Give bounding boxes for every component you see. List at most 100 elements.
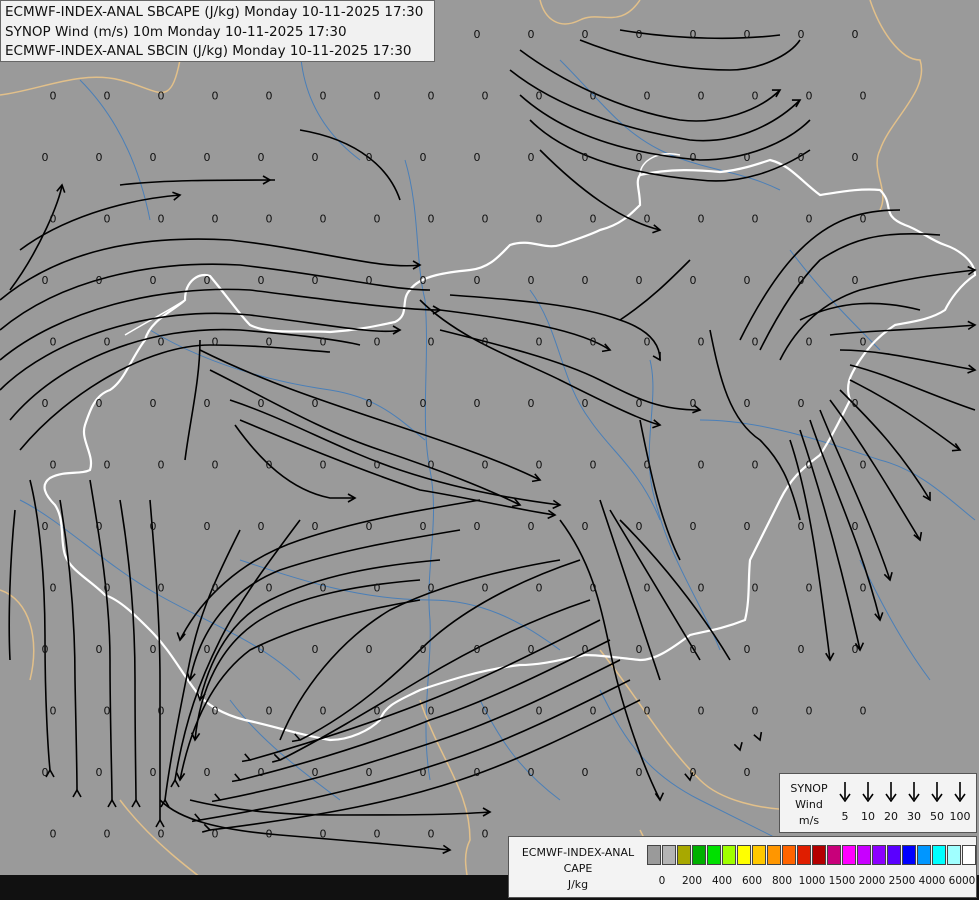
value-label: 0 <box>320 459 327 472</box>
value-label: 0 <box>158 336 165 349</box>
cape-tick-label: 6000 <box>948 875 976 887</box>
value-label: 0 <box>744 28 751 41</box>
value-label: 0 <box>366 520 373 533</box>
cape-legend-title-3: J/kg <box>567 878 589 891</box>
cape-swatch <box>902 845 916 865</box>
value-label: 0 <box>806 213 813 226</box>
value-label: 0 <box>752 336 759 349</box>
value-label: 0 <box>266 459 273 472</box>
value-label: 0 <box>690 397 697 410</box>
value-label: 0 <box>644 705 651 718</box>
wind-legend-value: 20 <box>884 810 898 823</box>
cape-swatch <box>692 845 706 865</box>
value-label: 0 <box>258 397 265 410</box>
value-label: 0 <box>374 582 381 595</box>
value-label: 0 <box>428 705 435 718</box>
weather-map[interactable]: 0 0 0 0 0 0 0 0 0 0 0 0 0 0 0 0 0 0 0 0 0 0 0 0 0 0 0 0 0 0 0 0 0 0 0 0 0 0 0 0… <box>0 0 979 900</box>
value-label: 0 <box>212 705 219 718</box>
value-label: 0 <box>428 90 435 103</box>
wind-arrow-icon <box>931 782 943 802</box>
value-label: 0 <box>482 90 489 103</box>
value-label: 0 <box>96 274 103 287</box>
wind-legend-value: 100 <box>949 810 971 823</box>
cape-tick-label: 600 <box>741 875 763 887</box>
value-label: 0 <box>104 828 111 841</box>
cape-color-bar <box>647 845 977 865</box>
value-label: 0 <box>590 582 597 595</box>
value-label: 0 <box>212 90 219 103</box>
value-label: 0 <box>474 274 481 287</box>
map-viewport[interactable]: 0 0 0 0 0 0 0 0 0 0 0 0 0 0 0 0 0 0 0 0 0 0 0 0 0 0 0 0 0 0 0 0 0 0 0 0 0 0 0 0… <box>0 0 979 900</box>
value-label: 0 <box>636 520 643 533</box>
value-label: 0 <box>150 151 157 164</box>
value-label: 0 <box>158 459 165 472</box>
value-label: 0 <box>96 520 103 533</box>
value-label: 0 <box>752 213 759 226</box>
value-label: 0 <box>582 28 589 41</box>
value-label: 0 <box>366 397 373 410</box>
wind-legend-title-3: m/s <box>798 814 820 827</box>
value-label: 0 <box>752 582 759 595</box>
wind-legend-item: 30 <box>903 782 925 823</box>
value-label: 0 <box>50 90 57 103</box>
cape-swatch <box>647 845 661 865</box>
value-label: 0 <box>690 520 697 533</box>
value-label: 0 <box>528 28 535 41</box>
value-label: 0 <box>536 336 543 349</box>
value-label: 0 <box>374 90 381 103</box>
value-label: 0 <box>312 643 319 656</box>
value-label: 0 <box>752 459 759 472</box>
wind-legend-item: 5 <box>834 782 856 823</box>
value-label: 0 <box>312 397 319 410</box>
value-label: 0 <box>258 643 265 656</box>
value-label: 0 <box>474 643 481 656</box>
value-label: 0 <box>644 459 651 472</box>
value-label: 0 <box>690 151 697 164</box>
map-background <box>0 0 979 900</box>
cape-tick-label: 1000 <box>798 875 826 887</box>
cape-legend-title-2: CAPE <box>563 862 593 875</box>
cape-swatch <box>947 845 961 865</box>
cape-legend-title: ECMWF-INDEX-ANAL CAPE J/kg <box>513 845 643 893</box>
cape-swatch <box>677 845 691 865</box>
value-label: 0 <box>582 643 589 656</box>
value-label: 0 <box>698 213 705 226</box>
wind-legend: SYNOP Wind m/s 5 10 20 30 50 100 <box>779 773 977 833</box>
cape-tick-label: 2000 <box>858 875 886 887</box>
value-label: 0 <box>266 336 273 349</box>
value-label: 0 <box>806 582 813 595</box>
wind-arrow-icon <box>885 782 897 802</box>
value-label: 0 <box>96 151 103 164</box>
cape-swatch <box>827 845 841 865</box>
value-label: 0 <box>428 582 435 595</box>
cape-swatch <box>737 845 751 865</box>
value-label: 0 <box>320 336 327 349</box>
value-label: 0 <box>806 459 813 472</box>
cape-tick-label: 2500 <box>888 875 916 887</box>
value-label: 0 <box>42 766 49 779</box>
value-label: 0 <box>644 582 651 595</box>
value-label: 0 <box>852 274 859 287</box>
value-label: 0 <box>104 213 111 226</box>
value-label: 0 <box>690 28 697 41</box>
value-label: 0 <box>150 766 157 779</box>
value-label: 0 <box>590 705 597 718</box>
value-label: 0 <box>798 397 805 410</box>
value-label: 0 <box>374 213 381 226</box>
value-label: 0 <box>50 213 57 226</box>
cape-tick-label: 800 <box>771 875 793 887</box>
value-label: 0 <box>158 213 165 226</box>
value-label: 0 <box>852 397 859 410</box>
wind-arrow-icon <box>839 782 851 802</box>
value-label: 0 <box>852 151 859 164</box>
value-label: 0 <box>320 90 327 103</box>
cape-swatch <box>872 845 886 865</box>
value-label: 0 <box>636 397 643 410</box>
value-label: 0 <box>590 459 597 472</box>
value-label: 0 <box>482 705 489 718</box>
cape-swatch <box>962 845 976 865</box>
wind-legend-title: SYNOP Wind m/s <box>784 781 834 829</box>
value-label: 0 <box>150 274 157 287</box>
value-label: 0 <box>420 274 427 287</box>
value-label: 0 <box>482 213 489 226</box>
